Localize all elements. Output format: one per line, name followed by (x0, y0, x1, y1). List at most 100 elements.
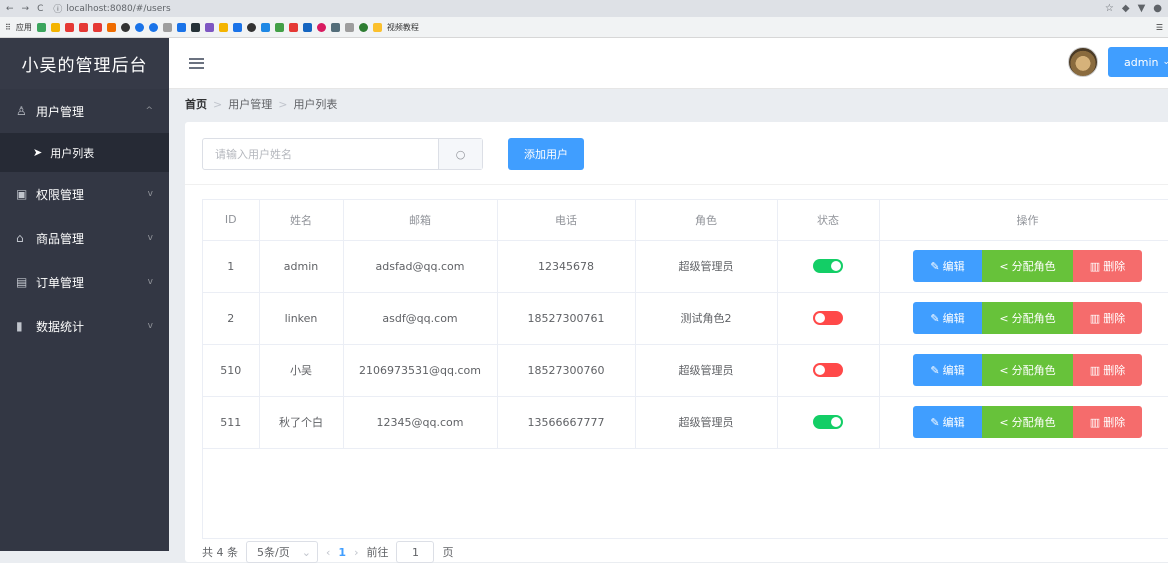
trash-icon: ▥ (1089, 363, 1101, 377)
cell-phone: 18527300761 (497, 292, 636, 345)
sidebar-item-permissions[interactable]: ▣ 权限管理 v (0, 172, 169, 216)
cell-phone: 13566667777 (497, 396, 636, 449)
edit-icon: ✎ (930, 311, 940, 325)
delete-button[interactable]: ▥ 删除 (1073, 250, 1142, 282)
delete-button[interactable]: ▥ 删除 (1073, 302, 1142, 334)
bookmark-icon[interactable] (218, 22, 228, 32)
extension-icon[interactable]: ▼ (1138, 3, 1146, 14)
cell-email: 2106973531@qq.com (343, 344, 498, 397)
bookmark-icon[interactable] (64, 22, 74, 32)
sidebar-item-users[interactable]: ♙ 用户管理 ^ (0, 89, 169, 133)
bookmark-icon[interactable] (344, 22, 354, 32)
status-toggle[interactable] (813, 311, 843, 325)
search-input[interactable] (203, 139, 438, 169)
trash-icon: ▥ (1089, 415, 1101, 429)
bookmark-icon[interactable] (190, 22, 200, 32)
user-menu-button[interactable]: admin ⌄ (1108, 47, 1168, 77)
bookmark-icon[interactable] (176, 22, 186, 32)
app-title: 小吴的管理后台 (0, 38, 169, 89)
bookmark-icon[interactable] (232, 22, 242, 32)
chevron-down-icon: ⌄ (1162, 57, 1168, 67)
bookmark-icon[interactable] (134, 22, 144, 32)
goto-label: 前往 (366, 546, 389, 559)
bookmark-icon[interactable] (274, 22, 284, 32)
search-button[interactable]: ○ (438, 139, 482, 169)
folder-icon (372, 22, 382, 32)
sidebar-item-orders[interactable]: ▤ 订单管理 v (0, 260, 169, 304)
edit-label: 编辑 (942, 312, 965, 325)
cell-status (777, 396, 880, 449)
bookmark-icon[interactable] (330, 22, 340, 32)
bookmark-icon[interactable] (148, 22, 158, 32)
edit-button[interactable]: ✎ 编辑 (913, 354, 982, 386)
extension-icon[interactable]: ● (1153, 3, 1162, 14)
search-icon: ○ (455, 147, 466, 161)
sidebar-subitem-user-list[interactable]: ➤ 用户列表 (0, 133, 169, 172)
extension-icon[interactable]: ◆ (1122, 3, 1130, 14)
chevron-down-icon: ⌄ (301, 545, 311, 559)
table-row: 510 小吴 2106973531@qq.com 18527300760 超级管理员 ✎ 编… (203, 344, 1168, 397)
avatar[interactable] (1068, 47, 1098, 77)
prev-page-icon[interactable]: ‹ (326, 546, 330, 559)
bookmark-icon[interactable] (92, 22, 102, 32)
delete-label: 删除 (1103, 260, 1126, 273)
status-toggle[interactable] (813, 259, 843, 273)
reading-list-icon[interactable]: ☰ (1156, 23, 1163, 32)
back-icon[interactable]: ← (6, 4, 14, 14)
table-row: 2 linken asdf@qq.com 18527300761 测试角色2 ✎ 编辑 < 分配… (203, 292, 1168, 345)
bookmark-icon[interactable] (358, 22, 368, 32)
sidebar: 小吴的管理后台 ♙ 用户管理 ^ ➤ 用户列表 ▣ 权限管理 v ⌂ 商品管理 … (0, 38, 169, 551)
edit-button[interactable]: ✎ 编辑 (913, 250, 982, 282)
address-bar[interactable]: ⓘ localhost:8080/#/users (53, 2, 170, 16)
next-page-icon[interactable]: › (354, 546, 358, 559)
cell-id: 1 (203, 240, 260, 293)
user-list-card: ○ 添加用户 ID 姓名 邮箱 电话 角色 状态 操作 1adminadsf (185, 122, 1168, 563)
menu-toggle-icon[interactable] (189, 57, 204, 69)
sidebar-item-stats[interactable]: ▮ 数据统计 v (0, 304, 169, 348)
page-size-select[interactable]: 5条/页 ⌄ (246, 541, 318, 563)
goto-page-input[interactable]: 1 (396, 541, 435, 563)
assign-role-button[interactable]: < 分配角色 (982, 302, 1073, 334)
total-count: 共 4 条 (202, 546, 238, 559)
breadcrumb-home[interactable]: 首页 (185, 96, 207, 112)
bookmark-icon[interactable] (302, 22, 312, 32)
bookmark-apps[interactable]: 应用 (16, 22, 32, 33)
assign-role-button[interactable]: < 分配角色 (982, 250, 1073, 282)
apps-icon[interactable]: ⠿ (5, 23, 11, 32)
bookmark-icon[interactable] (260, 22, 270, 32)
page-suffix: 页 (442, 546, 454, 559)
reload-icon[interactable]: C (37, 4, 43, 14)
edit-button[interactable]: ✎ 编辑 (913, 406, 982, 438)
user-menu-label: admin (1124, 55, 1159, 69)
forward-icon[interactable]: → (22, 4, 30, 14)
bookmark-icon[interactable] (246, 22, 256, 32)
sidebar-item-goods[interactable]: ⌂ 商品管理 v (0, 216, 169, 260)
bookmark-folder[interactable]: 视频教程 (387, 22, 419, 33)
assign-role-button[interactable]: < 分配角色 (982, 354, 1073, 386)
cell-role: 超级管理员 (635, 240, 778, 293)
page-number[interactable]: 1 (338, 546, 346, 559)
divider (185, 184, 1168, 185)
edit-button[interactable]: ✎ 编辑 (913, 302, 982, 334)
bookmark-icon[interactable] (316, 22, 326, 32)
bookmark-icon[interactable] (36, 22, 46, 32)
status-toggle[interactable] (813, 415, 843, 429)
add-user-button[interactable]: 添加用户 (508, 138, 584, 170)
edit-icon: ✎ (930, 363, 940, 377)
bookmark-icon[interactable] (162, 22, 172, 32)
bookmark-icon[interactable] (78, 22, 88, 32)
delete-button[interactable]: ▥ 删除 (1073, 406, 1142, 438)
delete-button[interactable]: ▥ 删除 (1073, 354, 1142, 386)
bookmark-icon[interactable] (204, 22, 214, 32)
chart-icon: ▮ (16, 319, 23, 333)
bookmark-icon[interactable] (288, 22, 298, 32)
bookmark-icon[interactable] (106, 22, 116, 32)
bag-icon: ⌂ (16, 231, 24, 245)
status-toggle[interactable] (813, 363, 843, 377)
bookmark-icon[interactable] (120, 22, 130, 32)
cell-status (777, 344, 880, 397)
bookmark-icon[interactable] (50, 22, 60, 32)
assign-role-button[interactable]: < 分配角色 (982, 406, 1073, 438)
star-icon[interactable]: ☆ (1105, 3, 1114, 14)
chevron-down-icon: v (147, 277, 153, 287)
